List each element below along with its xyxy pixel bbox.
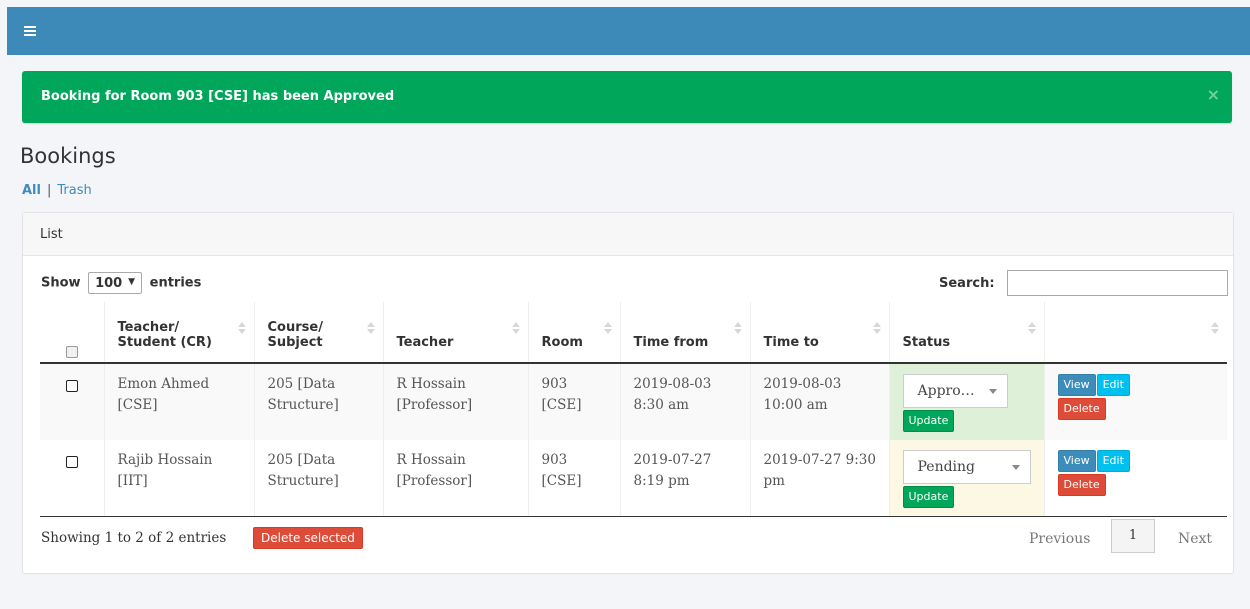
table-row: Emon Ahmed [CSE] 205 [Data Structure] R …: [40, 363, 1227, 440]
column-header-actions[interactable]: [1043, 302, 1227, 364]
box-header: List: [23, 213, 1233, 256]
student-cell: Emon Ahmed [CSE]: [103, 363, 254, 440]
row-select-cell: [40, 440, 104, 517]
actions-cell: View Edit Delete: [1043, 363, 1227, 440]
pagination-page-1[interactable]: 1: [1111, 519, 1155, 553]
actions-cell: View Edit Delete: [1043, 440, 1227, 517]
update-button[interactable]: Update: [902, 410, 955, 432]
column-header-course[interactable]: Course/ Subject: [253, 302, 383, 364]
top-navbar: [7, 7, 1250, 55]
box-title: List: [40, 227, 63, 242]
edit-button[interactable]: Edit: [1096, 450, 1130, 472]
teacher-cell: R Hossain [Professor]: [382, 363, 528, 440]
table-row: Rajib Hossain [IIT] 205 [Data Structure]…: [40, 440, 1227, 517]
select-all-header: [40, 302, 104, 364]
caret-down-icon: [988, 389, 997, 394]
sort-icon: [1027, 322, 1036, 336]
sort-icon: [511, 322, 520, 336]
time-to-cell: 2019-08-03 10:00 am: [749, 363, 889, 440]
pagination-previous[interactable]: Previous: [1029, 531, 1090, 547]
status-value: Appro…: [917, 383, 975, 399]
sort-icon: [1211, 322, 1219, 336]
column-header-room[interactable]: Room: [527, 302, 620, 364]
table-header-row: Teacher/ Student (CR) Course/ Subject Te…: [40, 302, 1227, 364]
course-cell: 205 [Data Structure]: [253, 363, 383, 440]
table-info: Showing 1 to 2 of 2 entries: [41, 530, 227, 546]
caret-down-icon: [1011, 465, 1020, 470]
page-length-select[interactable]: 100 ▼: [88, 272, 143, 294]
search-input[interactable]: [1007, 270, 1228, 296]
status-cell: Pending Update: [888, 440, 1044, 517]
column-header-status[interactable]: Status: [888, 302, 1044, 364]
column-header-student[interactable]: Teacher/ Student (CR): [103, 302, 254, 364]
page-length-value: 100: [95, 276, 123, 291]
close-icon[interactable]: ×: [1207, 85, 1220, 104]
time-to-cell: 2019-07-27 9:30 pm: [749, 440, 889, 517]
sort-icon: [872, 322, 881, 336]
success-alert: Booking for Room 903 [CSE] has been Appr…: [22, 71, 1232, 123]
delete-button[interactable]: Delete: [1057, 474, 1106, 496]
sort-icon: [366, 322, 375, 336]
update-button[interactable]: Update: [902, 486, 955, 508]
alert-message: Booking for Room 903 [CSE] has been Appr…: [41, 89, 395, 104]
edit-button[interactable]: Edit: [1096, 374, 1130, 396]
filter-separator: |: [46, 183, 52, 198]
status-select[interactable]: Appro…: [902, 374, 1008, 408]
column-header-teacher[interactable]: Teacher: [382, 302, 528, 364]
column-header-time-to[interactable]: Time to: [749, 302, 889, 364]
room-cell: 903 [CSE]: [527, 363, 620, 440]
student-cell: Rajib Hossain [IIT]: [103, 440, 254, 517]
delete-selected-button[interactable]: Delete selected: [253, 527, 363, 549]
room-cell: 903 [CSE]: [527, 440, 620, 517]
row-select-cell: [40, 363, 104, 440]
filter-all-link[interactable]: All: [22, 183, 41, 198]
status-select[interactable]: Pending: [902, 450, 1031, 484]
select-all-checkbox[interactable]: [65, 346, 78, 358]
row-checkbox[interactable]: [65, 380, 78, 392]
filter-trash-link[interactable]: Trash: [57, 183, 91, 198]
page-length-control: Show 100 ▼ entries: [41, 272, 201, 294]
sort-icon: [237, 322, 246, 336]
entries-label: entries: [149, 275, 202, 291]
search-label: Search:: [939, 276, 995, 291]
row-checkbox[interactable]: [65, 456, 78, 468]
status-value: Pending: [917, 459, 976, 475]
bookings-table: Teacher/ Student (CR) Course/ Subject Te…: [40, 302, 1227, 517]
teacher-cell: R Hossain [Professor]: [382, 440, 528, 517]
sort-icon: [733, 322, 742, 336]
course-cell: 205 [Data Structure]: [253, 440, 383, 517]
show-label: Show: [41, 275, 81, 291]
status-cell: Appro… Update: [888, 363, 1044, 440]
hamburger-menu-icon[interactable]: [24, 26, 36, 36]
view-filter-nav: All | Trash: [22, 183, 92, 198]
time-from-cell: 2019-08-03 8:30 am: [619, 363, 750, 440]
time-from-cell: 2019-07-27 8:19 pm: [619, 440, 750, 517]
column-header-time-from[interactable]: Time from: [619, 302, 750, 364]
bookings-list-box: List Show 100 ▼ entries Search: Teacher/…: [22, 212, 1234, 574]
sort-icon: [603, 322, 612, 336]
page-title: Bookings: [20, 144, 116, 168]
pagination-next[interactable]: Next: [1178, 531, 1212, 547]
view-button[interactable]: View: [1057, 450, 1096, 472]
view-button[interactable]: View: [1057, 374, 1096, 396]
delete-button[interactable]: Delete: [1057, 398, 1106, 420]
caret-down-icon: ▼: [128, 277, 136, 287]
